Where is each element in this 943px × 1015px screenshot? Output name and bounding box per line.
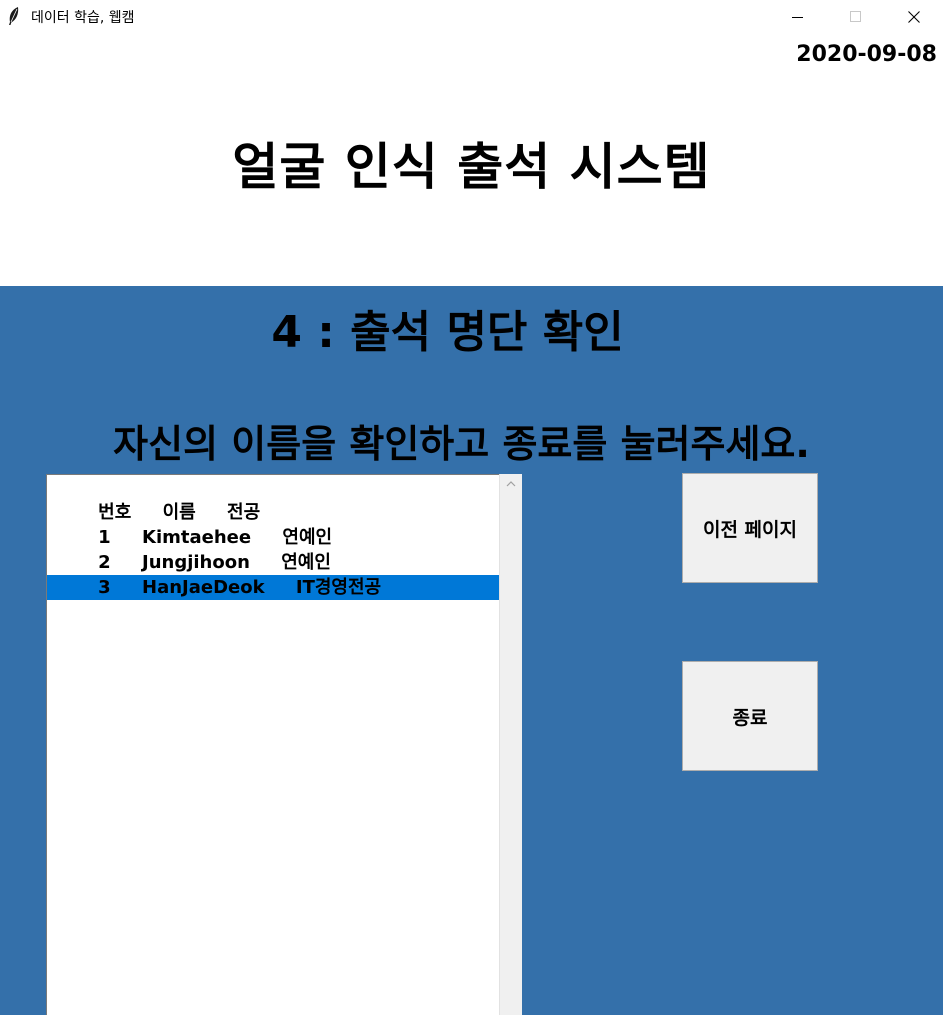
list-header-text: 번호 이름 전공 bbox=[98, 502, 261, 523]
minimize-button[interactable] bbox=[769, 0, 827, 33]
step-title: 4 : 출석 명단 확인 bbox=[271, 307, 624, 358]
previous-page-button[interactable]: 이전 페이지 bbox=[682, 473, 818, 583]
title-bar: 데이터 학습, 웹캠 bbox=[0, 0, 943, 33]
maximize-button[interactable] bbox=[827, 0, 885, 33]
window-title: 데이터 학습, 웹캠 bbox=[31, 10, 135, 26]
chevron-up-icon bbox=[506, 481, 516, 487]
app-title: 얼굴 인식 출석 시스템 bbox=[232, 138, 711, 196]
close-icon bbox=[908, 10, 920, 23]
minimize-icon bbox=[792, 16, 803, 18]
date-label: 2020-09-08 bbox=[796, 42, 937, 67]
list-item-text: 2 Jungjihoon 연예인 bbox=[98, 552, 331, 573]
maximize-icon bbox=[850, 10, 861, 22]
app-window: 데이터 학습, 웹캠 2020-09-08 얼굴 인식 출석 시스템 4 : 출… bbox=[0, 0, 943, 1015]
list-item-text: 4 JaeDoek IT bbox=[98, 602, 275, 623]
content-panel: 4 : 출석 명단 확인 자신의 이름을 확인하고 종료를 눌러주세요. 번호 … bbox=[0, 286, 943, 1015]
scroll-up-button[interactable] bbox=[500, 474, 522, 494]
list-header: 번호 이름 전공 bbox=[47, 475, 499, 523]
close-button[interactable] bbox=[885, 0, 943, 33]
list-item-text: 3 HanJaeDeok IT경영전공 bbox=[98, 577, 382, 598]
listbox-scrollbar[interactable] bbox=[499, 474, 522, 1015]
list-item-text: 1 Kimtaehee 연예인 bbox=[98, 527, 333, 548]
quit-button[interactable]: 종료 bbox=[682, 661, 818, 771]
attendance-listbox[interactable]: 번호 이름 전공 1 Kimtaehee 연예인 2 Jungjihoon 연예… bbox=[46, 474, 500, 1015]
instruction-text: 자신의 이름을 확인하고 종료를 눌러주세요. bbox=[113, 422, 810, 466]
feather-icon bbox=[9, 7, 19, 25]
